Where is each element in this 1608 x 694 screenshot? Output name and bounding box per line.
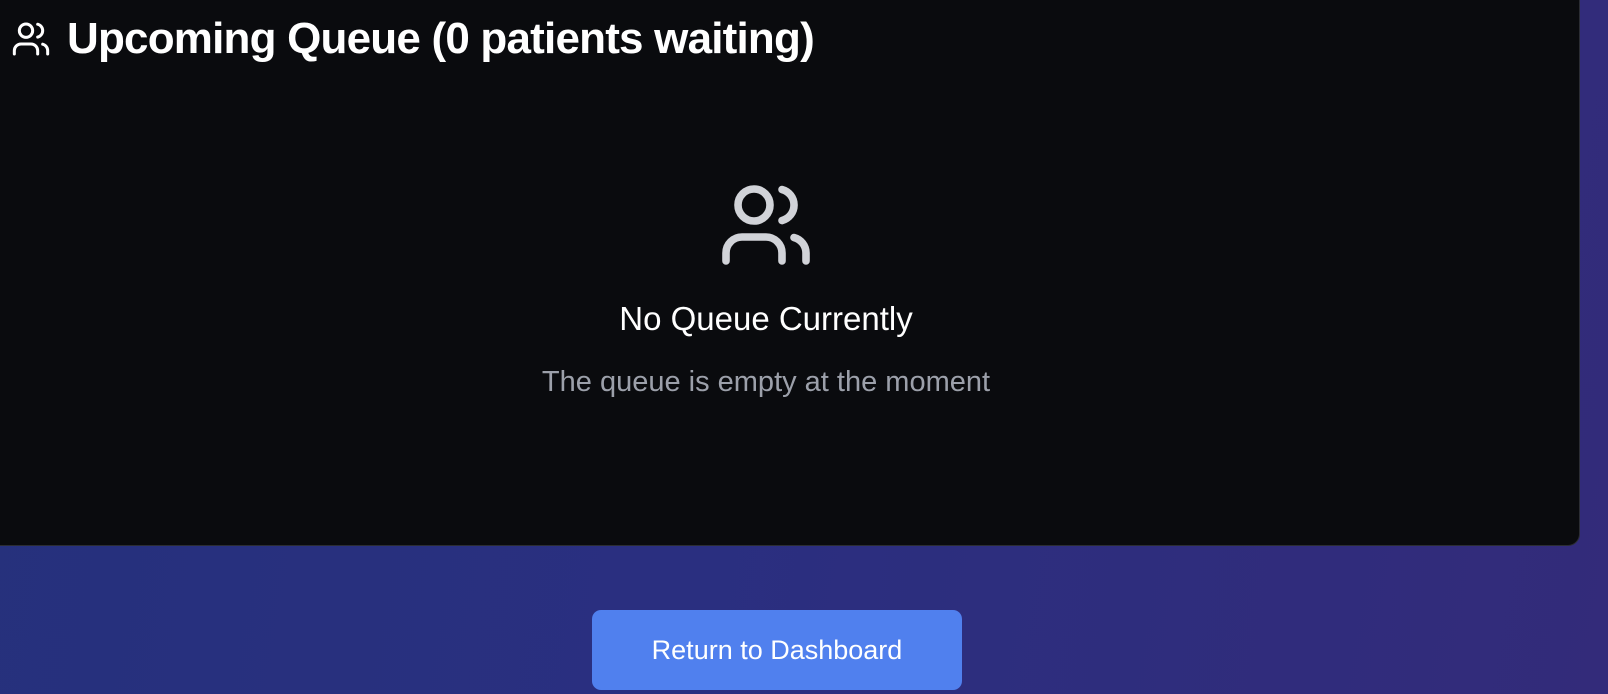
empty-state: No Queue Currently The queue is empty at… <box>0 177 1543 399</box>
users-icon <box>718 177 814 273</box>
queue-header: Upcoming Queue (0 patients waiting) <box>11 11 815 67</box>
users-icon <box>11 19 51 59</box>
queue-card: Upcoming Queue (0 patients waiting) No Q… <box>0 0 1580 546</box>
empty-state-subtitle: The queue is empty at the moment <box>541 366 991 398</box>
empty-state-title: No Queue Currently <box>619 300 913 337</box>
queue-title: Upcoming Queue (0 patients waiting) <box>67 14 815 63</box>
return-to-dashboard-button[interactable]: Return to Dashboard <box>592 610 962 690</box>
